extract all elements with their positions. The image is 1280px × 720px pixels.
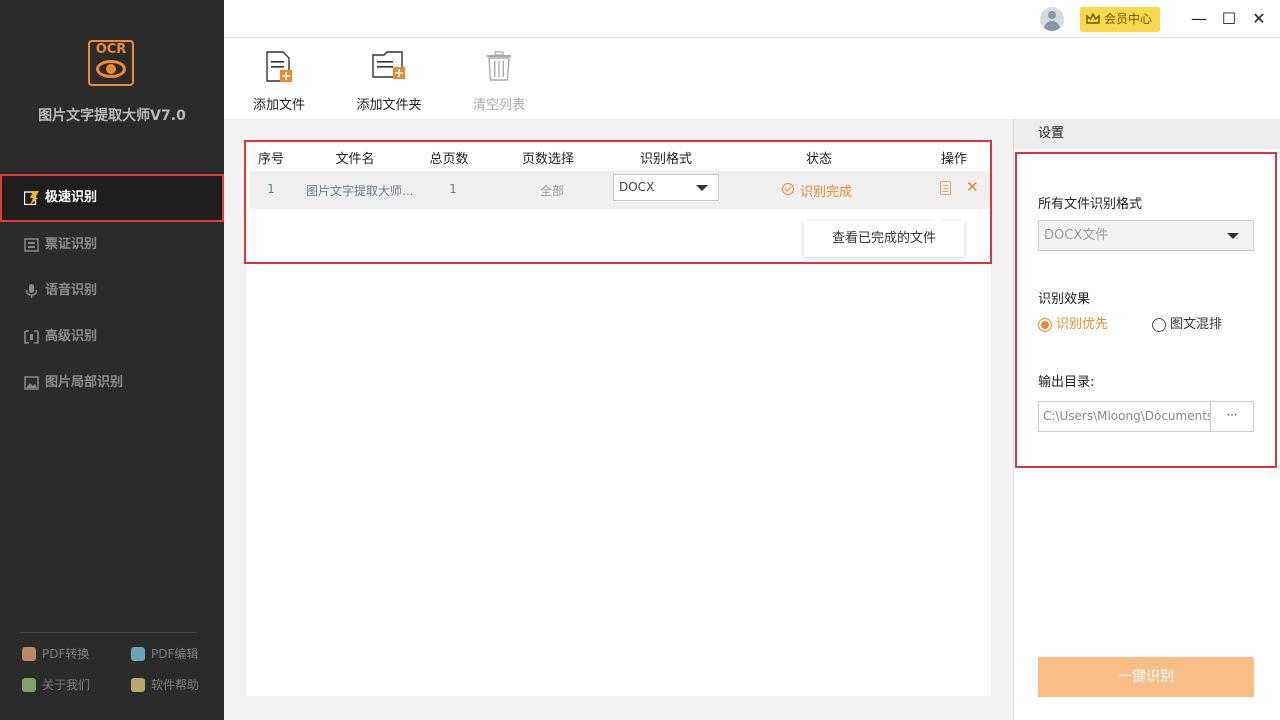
radio-recognition-first[interactable]: 识别优先 — [1038, 317, 1108, 333]
trash-icon — [487, 51, 511, 81]
settings-panel: 设置 所有文件识别格式 DOCX文件 识别效果 识别优先 图文混排 输出目录: … — [1013, 119, 1280, 720]
header-total-pages: 总页数 — [429, 152, 469, 167]
file-list-area: 序号 文件名 总页数 页数选择 识别格式 状态 操作 1 图片文字提取大师...… — [224, 119, 1013, 720]
file-list-panel: 序号 文件名 总页数 页数选择 识别格式 状态 操作 1 图片文字提取大师...… — [246, 141, 991, 696]
sidebar-item-advanced-ocr[interactable]: 高级识别 — [0, 314, 224, 360]
sidebar-item-label: 票证识别 — [45, 237, 98, 252]
sidebar-item-fast-ocr[interactable]: 极速识别 — [0, 174, 224, 222]
sidebar-item-label: 图片局部识别 — [45, 375, 124, 390]
logo-text: OCR — [95, 42, 127, 57]
row-filename: 图片文字提取大师... — [306, 184, 414, 198]
sidebar-nav: 极速识别 票证识别 语音识别 高级识别 图片局部识别 — [0, 174, 224, 406]
add-file-label: 添加文件 — [252, 98, 305, 113]
table-header: 序号 文件名 总页数 页数选择 识别格式 状态 操作 — [246, 141, 991, 171]
chevron-down-icon — [1227, 233, 1239, 239]
output-label: 输出目录: — [1038, 375, 1095, 390]
sidebar-item-label: 极速识别 — [45, 190, 98, 205]
add-folder-button[interactable]: 添加文件夹 — [352, 39, 426, 119]
sidebar-item-voice-ocr[interactable]: 语音识别 — [0, 268, 224, 314]
header-format: 识别格式 — [639, 152, 692, 167]
one-click-recognize-button[interactable]: 一键识别 — [1038, 657, 1254, 697]
sidebar-item-ticket-ocr[interactable]: 票证识别 — [0, 222, 224, 268]
divider — [20, 632, 197, 633]
header-index: 序号 — [257, 152, 284, 167]
row-page-select[interactable]: 全部 — [534, 182, 570, 199]
add-file-button[interactable]: 添加文件 — [248, 39, 310, 119]
effect-label: 识别效果 — [1038, 292, 1091, 307]
header-actions: 操作 — [940, 152, 967, 167]
avatar[interactable] — [1040, 7, 1064, 31]
clear-list-label: 清空列表 — [472, 98, 525, 113]
chevron-down-icon — [696, 185, 708, 191]
header-status: 状态 — [805, 152, 832, 167]
about-icon — [22, 678, 36, 692]
remove-file-icon[interactable]: ✕ — [966, 179, 979, 195]
help-link[interactable]: 软件帮助 — [131, 677, 199, 693]
close-button[interactable]: ✕ — [1250, 9, 1268, 29]
image-crop-icon — [24, 376, 39, 390]
add-folder-icon — [372, 51, 405, 79]
add-folder-label: 添加文件夹 — [356, 98, 422, 113]
output-path-input[interactable]: C:\Users\Mloong\Documents — [1038, 401, 1211, 432]
tooltip-view-completed: 查看已完成的文件 — [804, 215, 964, 257]
ocr-logo: OCR — [88, 40, 134, 86]
status-badge: 识别完成 — [782, 181, 852, 200]
crown-icon — [1086, 13, 1100, 24]
radio-dot — [1038, 318, 1052, 332]
pdf-edit-icon — [131, 647, 145, 661]
sidebar: OCR 图片文字提取大师V7.0 极速识别 票证识别 语音识别 高级识别 图片局… — [0, 0, 224, 720]
vip-center-button[interactable]: 会员中心 — [1080, 7, 1160, 32]
scan-icon — [24, 330, 39, 344]
format-label: 所有文件识别格式 — [1038, 197, 1143, 212]
radio-mixed-layout[interactable]: 图文混排 — [1152, 317, 1222, 333]
all-format-select[interactable]: DOCX文件 — [1038, 220, 1254, 251]
row-index: 1 — [267, 182, 275, 196]
row-total-pages: 1 — [449, 182, 457, 196]
sidebar-item-partial-ocr[interactable]: 图片局部识别 — [0, 360, 224, 406]
header-page-select: 页数选择 — [521, 152, 574, 167]
radio-dot — [1152, 318, 1166, 332]
toolbar: 添加文件 添加文件夹 清空列表 — [224, 39, 1012, 119]
sidebar-item-label: 语音识别 — [45, 283, 98, 298]
add-file-icon — [266, 51, 292, 82]
about-us-link[interactable]: 关于我们 — [22, 677, 90, 693]
maximize-button[interactable]: ☐ — [1220, 9, 1238, 29]
header-filename: 文件名 — [335, 152, 375, 167]
help-icon — [131, 678, 145, 692]
pdf-convert-link[interactable]: PDF转换 — [22, 646, 89, 662]
minimize-button[interactable]: — — [1190, 9, 1208, 29]
check-circle-icon — [782, 183, 794, 195]
lightning-doc-icon — [24, 191, 39, 205]
app-name: 图片文字提取大师V7.0 — [38, 108, 186, 124]
settings-header: 设置 — [1014, 119, 1280, 149]
browse-button[interactable]: ··· — [1210, 401, 1254, 432]
format-select[interactable]: DOCX — [613, 174, 719, 201]
table-row[interactable]: 1 图片文字提取大师... 1 全部 DOCX 识别完成 ✕ — [250, 171, 991, 209]
microphone-icon — [25, 284, 38, 298]
sidebar-item-label: 高级识别 — [45, 329, 98, 344]
clear-list-button[interactable]: 清空列表 — [470, 39, 528, 119]
title-bar: 会员中心 — ☐ ✕ — [224, 0, 1280, 38]
pdf-convert-icon — [22, 647, 36, 661]
ticket-icon — [24, 238, 39, 252]
pdf-edit-link[interactable]: PDF编辑 — [131, 646, 198, 662]
open-file-icon[interactable] — [940, 181, 951, 195]
